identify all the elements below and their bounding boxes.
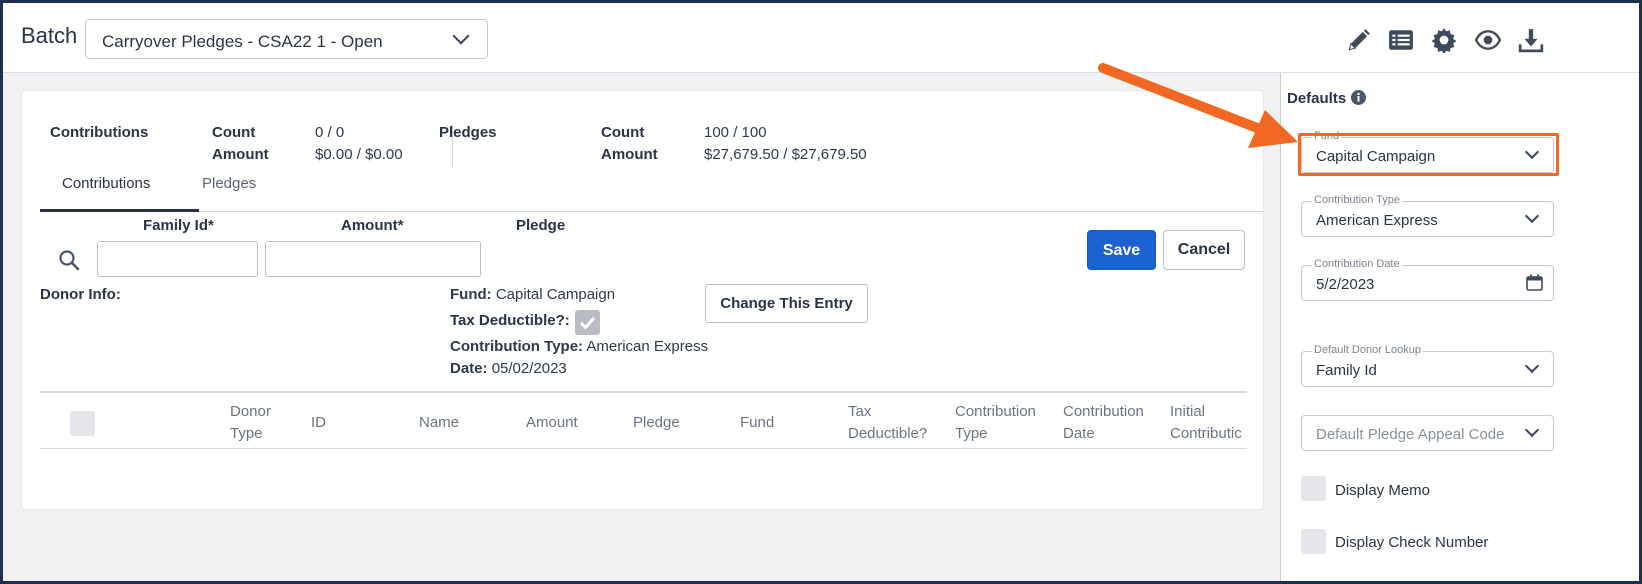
column-header-line: Initial <box>1170 403 1206 420</box>
column-header-tax-deductible[interactable]: Tax Deductible? <box>848 401 927 445</box>
column-header-contribution-date[interactable]: Contribution Date <box>1063 401 1144 445</box>
date-line: Date: 05/02/2023 <box>450 360 567 377</box>
default-contribution-type-value: American Express <box>1316 212 1438 229</box>
fund-label: Fund: <box>450 286 492 303</box>
pledge-label: Pledge <box>516 217 566 234</box>
default-pledge-appeal-placeholder: Default Pledge Appeal Code <box>1316 426 1505 443</box>
contribution-type-label: Contribution Type: <box>450 338 584 355</box>
amount-label: Amount* <box>341 217 404 234</box>
display-memo-label: Display Memo <box>1335 482 1431 499</box>
eye-icon[interactable] <box>1474 27 1502 53</box>
active-tab-indicator <box>40 209 199 212</box>
column-header-contribution-type[interactable]: Contribution Type <box>955 401 1036 445</box>
default-contribution-date-value: 5/2/2023 <box>1316 276 1375 293</box>
download-icon[interactable] <box>1518 27 1544 53</box>
contributions-count-label: Count <box>212 124 256 141</box>
display-check-number-label: Display Check Number <box>1335 534 1489 551</box>
chevron-down-icon <box>1524 208 1540 224</box>
tax-deductible-label: Tax Deductible?: <box>450 312 570 329</box>
contributions-count-value: 0 / 0 <box>315 124 345 141</box>
pledges-count-value: 100 / 100 <box>704 124 767 141</box>
tab-contributions[interactable]: Contributions <box>62 175 150 192</box>
batch-title: Batch <box>21 23 78 48</box>
calendar-icon[interactable] <box>1526 274 1543 291</box>
defaults-title: Defaults <box>1287 90 1347 107</box>
default-contribution-type-label: Contribution Type <box>1312 194 1403 206</box>
default-contribution-date-label: Contribution Date <box>1312 258 1402 270</box>
column-header-line: Type <box>955 425 988 442</box>
column-header-pledge[interactable]: Pledge <box>633 412 680 434</box>
fund-value: Capital Campaign <box>495 286 616 303</box>
batch-select[interactable]: Carryover Pledges - CSA22 1 - Open <box>85 19 488 59</box>
change-entry-button[interactable]: Change This Entry <box>705 284 868 323</box>
edit-icon[interactable] <box>1346 27 1372 53</box>
default-pledge-appeal-select[interactable]: Default Pledge Appeal Code <box>1301 415 1554 451</box>
grid-top-rule <box>40 391 1247 393</box>
amount-input[interactable] <box>265 241 481 277</box>
tax-deductible-checkbox <box>575 310 600 335</box>
column-header-line: Contributic <box>1170 425 1242 442</box>
date-label: Date: <box>450 360 488 377</box>
annotation-highlight-box <box>1298 133 1559 176</box>
column-header-name[interactable]: Name <box>419 412 459 434</box>
default-contribution-date-input[interactable]: Contribution Date 5/2/2023 <box>1301 258 1554 301</box>
batch-entry-card: Contributions Count Amount 0 / 0 $0.00 /… <box>21 90 1264 510</box>
default-donor-lookup-select[interactable]: Default Donor Lookup Family Id <box>1301 344 1554 387</box>
pledges-count-label: Count <box>601 124 645 141</box>
default-contribution-type-select[interactable]: Contribution Type American Express <box>1301 194 1554 237</box>
column-header-initial-contribution[interactable]: Initial Contributic <box>1170 401 1247 447</box>
contributions-amount-value: $0.00 / $0.00 <box>315 146 403 163</box>
cancel-button[interactable]: Cancel <box>1163 230 1245 270</box>
app-frame: Batch Carryover Pledges - CSA22 1 - Open… <box>3 3 1639 581</box>
column-header-donor-type[interactable]: Donor Type <box>230 401 271 445</box>
column-header-line: Donor <box>230 403 271 420</box>
grid-header-rule <box>40 448 1247 449</box>
pledges-amount-label: Amount <box>601 146 658 163</box>
donor-info-label: Donor Info: <box>40 286 121 303</box>
pledges-summary-label: Pledges <box>439 124 497 141</box>
header-bar: Batch Carryover Pledges - CSA22 1 - Open <box>3 3 1639 73</box>
contributions-summary-label: Contributions <box>50 124 149 141</box>
family-id-label: Family Id* <box>143 217 214 234</box>
batch-select-value: Carryover Pledges - CSA22 1 - Open <box>102 32 383 51</box>
display-memo-checkbox[interactable] <box>1301 476 1326 501</box>
tab-divider <box>40 211 1263 212</box>
column-header-id[interactable]: ID <box>311 412 326 434</box>
info-icon[interactable] <box>1351 90 1366 105</box>
family-id-input[interactable] <box>97 241 258 277</box>
column-header-line: Type <box>230 425 263 442</box>
contribution-type-value: American Express <box>586 338 709 355</box>
fund-line: Fund: Capital Campaign <box>450 286 615 303</box>
chevron-down-icon <box>1524 422 1540 438</box>
column-header-line: Contribution <box>955 403 1036 420</box>
column-header-fund[interactable]: Fund <box>740 412 774 434</box>
column-header-line: Tax <box>848 403 872 420</box>
defaults-panel: Defaults Fund Capital Campaign Contribut… <box>1280 73 1639 581</box>
default-donor-lookup-label: Default Donor Lookup <box>1312 344 1424 356</box>
date-value: 05/02/2023 <box>491 360 567 377</box>
pledges-amount-value: $27,679.50 / $27,679.50 <box>704 146 867 163</box>
chevron-down-icon <box>1524 358 1540 374</box>
column-header-amount[interactable]: Amount <box>526 412 578 434</box>
settings-icon[interactable] <box>1431 27 1457 55</box>
contribution-type-line: Contribution Type: American Express <box>450 338 708 355</box>
column-header-line: Date <box>1063 425 1095 442</box>
column-header-line: Deductible? <box>848 425 928 442</box>
search-icon[interactable] <box>58 249 80 271</box>
select-all-checkbox[interactable] <box>70 411 95 436</box>
save-button[interactable]: Save <box>1087 230 1156 270</box>
chevron-down-icon <box>452 27 470 45</box>
column-header-line: Contribution <box>1063 403 1144 420</box>
display-check-number-checkbox[interactable] <box>1301 529 1326 554</box>
default-donor-lookup-value: Family Id <box>1316 362 1377 379</box>
list-icon[interactable] <box>1388 27 1414 53</box>
contributions-amount-label: Amount <box>212 146 269 163</box>
tab-pledges[interactable]: Pledges <box>202 175 256 192</box>
